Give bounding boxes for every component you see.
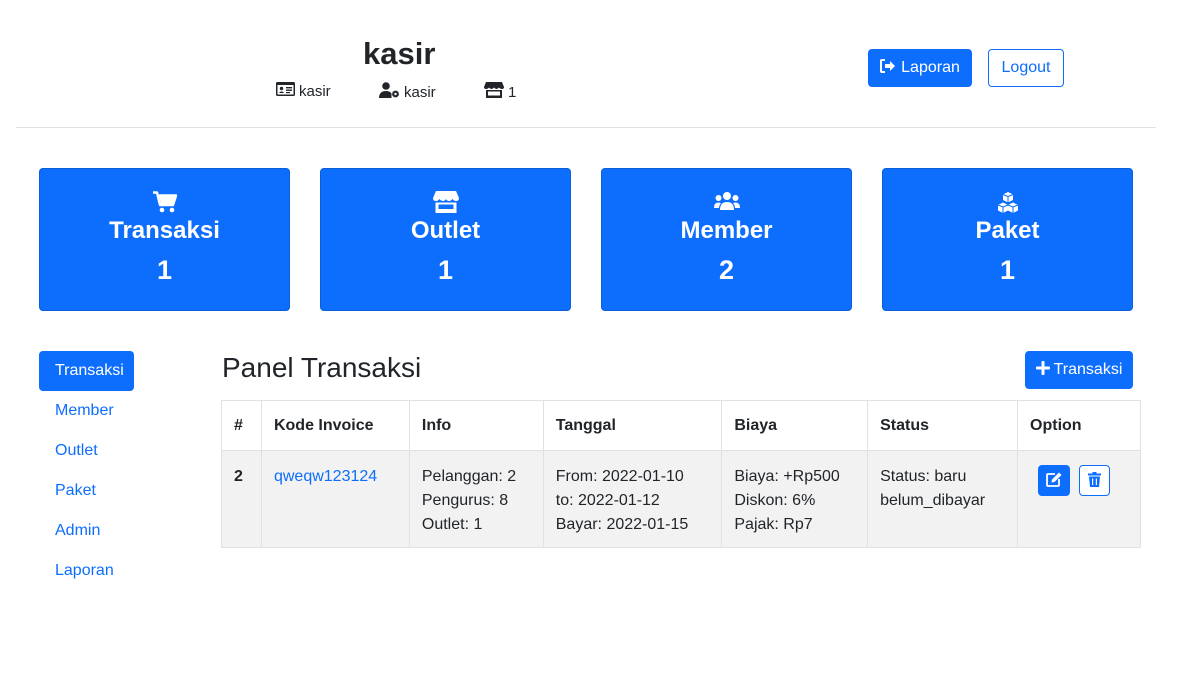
header: kasir kasir kasir 1 Laporan Logout: [0, 0, 1184, 128]
biaya-line: Biaya: +Rp500: [734, 468, 840, 485]
header-divider: [16, 127, 1156, 128]
card-value: 1: [999, 255, 1016, 285]
laporan-button[interactable]: Laporan: [868, 49, 972, 87]
row-biaya-cell: Biaya: +Rp500 Diskon: 6% Pajak: Rp7: [721, 450, 869, 548]
add-transaksi-button[interactable]: Transaksi: [1025, 351, 1133, 389]
info-line: Pelanggan: 2: [421, 468, 517, 485]
row-id: 2: [221, 450, 262, 548]
edit-icon: [1046, 472, 1062, 490]
tanggal-line: to: 2022-01-12: [555, 492, 660, 509]
logout-button[interactable]: Logout: [988, 49, 1064, 87]
sidebar-item-transaksi[interactable]: Transaksi: [39, 351, 134, 391]
row-status-cell: Status: baru belum_dibayar: [867, 450, 1019, 548]
plus-icon: [1035, 360, 1054, 380]
column-header: Tanggal: [542, 400, 723, 451]
sidebar-item-laporan[interactable]: Laporan: [39, 551, 134, 591]
table-header-row: # Kode Invoice Info Tanggal Biaya Status…: [221, 400, 1141, 451]
card-title: Member: [680, 217, 773, 244]
biaya-line: Diskon: 6%: [734, 492, 816, 509]
card-value: 1: [437, 255, 454, 285]
users-icon: [602, 191, 851, 213]
meta-outlet-text: 1: [508, 83, 517, 101]
invoice-link[interactable]: qweqw123124: [274, 468, 377, 485]
column-header: Kode Invoice: [260, 400, 410, 451]
tanggal-line: Bayar: 2022-01-15: [555, 516, 689, 533]
row-info-cell: Pelanggan: 2 Pengurus: 8 Outlet: 1: [408, 450, 544, 548]
transaksi-table: # Kode Invoice Info Tanggal Biaya Status…: [221, 400, 1141, 548]
meta-username-text: kasir: [299, 82, 331, 100]
info-line: Pengurus: 8: [421, 492, 509, 509]
meta-username: kasir: [276, 82, 331, 100]
tanggal-line: From: 2022-01-10: [555, 468, 684, 485]
store-icon: [321, 191, 570, 213]
card-member: Member 2: [601, 168, 852, 311]
cart-icon: [40, 191, 289, 213]
sidebar-item-outlet[interactable]: Outlet: [39, 431, 134, 471]
meta-role: kasir: [379, 82, 436, 102]
row-invoice-cell: qweqw123124: [260, 450, 410, 548]
sidebar: Transaksi Member Outlet Paket Admin Lapo…: [39, 351, 179, 591]
table-row: 2 qweqw123124 Pelanggan: 2 Pengurus: 8 O…: [221, 450, 1141, 548]
page-title: kasir: [363, 36, 436, 71]
card-title: Paket: [975, 217, 1040, 244]
option-buttons: [1030, 465, 1128, 496]
column-header: Info: [408, 400, 544, 451]
edit-button[interactable]: [1038, 465, 1071, 496]
column-header: Status: [867, 400, 1019, 451]
sidebar-item-admin[interactable]: Admin: [39, 511, 134, 551]
store-icon: [484, 82, 508, 102]
sidebar-item-paket[interactable]: Paket: [39, 471, 134, 511]
card-paket: Paket 1: [882, 168, 1133, 311]
sign-out-icon: [880, 58, 901, 78]
status-line: Status: baru: [880, 468, 967, 485]
card-transaksi: Transaksi 1: [39, 168, 290, 311]
biaya-line: Pajak: Rp7: [734, 516, 813, 533]
panel-title: Panel Transaksi: [222, 352, 422, 383]
card-title: Transaksi: [109, 217, 220, 244]
add-transaksi-label: Transaksi: [1053, 361, 1123, 378]
row-tanggal-cell: From: 2022-01-10 to: 2022-01-12 Bayar: 2…: [542, 450, 723, 548]
card-value: 2: [718, 255, 735, 285]
meta-role-text: kasir: [404, 83, 436, 101]
id-card-icon: [276, 82, 299, 100]
laporan-button-label: Laporan: [901, 59, 960, 76]
delete-button[interactable]: [1079, 465, 1111, 496]
info-line: Outlet: 1: [421, 516, 483, 533]
header-meta: kasir kasir 1: [0, 82, 600, 102]
sidebar-item-member[interactable]: Member: [39, 391, 134, 431]
row-option-cell: [1017, 450, 1141, 548]
meta-outlet: 1: [484, 82, 516, 102]
column-header: #: [221, 400, 262, 451]
user-gear-icon: [379, 82, 404, 102]
card-title: Outlet: [410, 217, 481, 244]
status-line: belum_dibayar: [880, 492, 986, 509]
column-header: Option: [1017, 400, 1141, 451]
card-outlet: Outlet 1: [320, 168, 571, 311]
trash-icon: [1088, 471, 1102, 490]
card-value: 1: [156, 255, 173, 285]
cubes-icon: [883, 191, 1132, 213]
column-header: Biaya: [721, 400, 869, 451]
